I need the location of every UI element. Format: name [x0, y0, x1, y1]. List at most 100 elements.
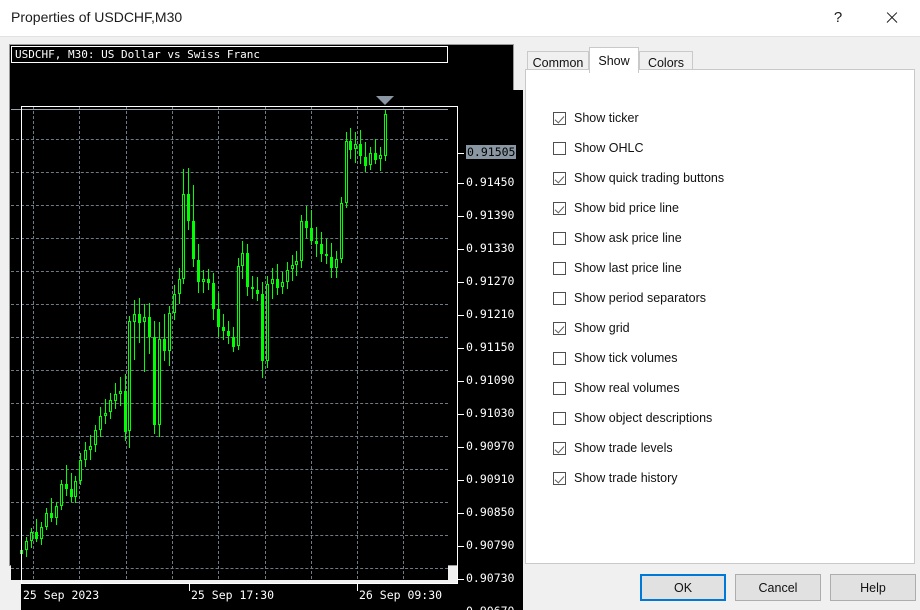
option-row-show-ohlc[interactable]: Show OHLC [553, 133, 893, 163]
candle-body [212, 283, 215, 309]
candle-body [286, 270, 289, 282]
price-axis-label: 0.91030 [466, 405, 515, 420]
help-titlebar-button[interactable]: ? [815, 0, 861, 35]
candle-body [124, 391, 127, 432]
candle-body [271, 279, 274, 284]
grid-line-vertical [126, 106, 127, 580]
checkbox-show-ohlc[interactable] [553, 141, 566, 155]
page-title: Properties of USDCHF,M30 [11, 9, 183, 25]
candle-wick [326, 239, 327, 264]
candle-body [305, 221, 308, 228]
price-tick [458, 512, 464, 514]
grid-line-vertical [33, 106, 34, 580]
candle-body [217, 309, 220, 327]
option-row-show-period-separators[interactable]: Show period separators [553, 283, 893, 313]
grid-line-vertical [79, 106, 80, 580]
checkbox-show-trade-history[interactable] [553, 471, 566, 485]
show-options-list: Show ticker Show OHLC Show quick trading b… [553, 103, 893, 493]
checkbox-show-ask-price-line[interactable] [553, 231, 566, 245]
option-row-show-ticker[interactable]: Show ticker [553, 103, 893, 133]
ok-button[interactable]: OK [640, 574, 726, 601]
candle-body [173, 294, 176, 313]
option-label: Show trade history [574, 470, 678, 485]
price-axis-label: 0.91210 [466, 306, 515, 321]
candle-wick [375, 139, 376, 164]
price-axis-label: 0.91270 [466, 273, 515, 288]
price-tick [458, 545, 464, 547]
candle-body [163, 339, 166, 351]
candle-body [335, 259, 338, 268]
price-tick [458, 314, 464, 316]
grid-line-horizontal [11, 337, 448, 338]
candle-body [84, 450, 87, 460]
option-row-show-object-descriptions[interactable]: Show object descriptions [553, 403, 893, 433]
option-row-show-last-price-line[interactable]: Show last price line [553, 253, 893, 283]
candle-wick [144, 304, 145, 372]
candle-body [369, 153, 372, 165]
candle-body [50, 513, 53, 518]
candle-body [266, 284, 269, 361]
close-button[interactable] [868, 0, 914, 35]
option-row-show-quick-trading-buttons[interactable]: Show quick trading buttons [553, 163, 893, 193]
price-tick [458, 215, 464, 217]
question-mark-icon: ? [833, 9, 843, 26]
candle-body [202, 279, 205, 282]
candle-body [40, 527, 43, 539]
option-row-show-trade-history[interactable]: Show trade history [553, 463, 893, 493]
candle-body [330, 257, 333, 268]
option-row-show-bid-price-line[interactable]: Show bid price line [553, 193, 893, 223]
candle-body [70, 489, 73, 497]
candle-body [281, 282, 284, 287]
price-tick [458, 182, 464, 184]
checkbox-show-last-price-line[interactable] [553, 261, 566, 275]
grid-line-horizontal [11, 139, 448, 140]
option-row-show-grid[interactable]: Show grid [553, 313, 893, 343]
chart-ticker-bar: USDCHF, M30: US Dollar vs Swiss Franc [11, 46, 448, 63]
candle-body [364, 157, 367, 166]
grid-line-horizontal [11, 535, 448, 536]
candle-body [99, 416, 102, 430]
help-button[interactable]: Help [830, 574, 916, 601]
checkbox-show-real-volumes[interactable] [553, 381, 566, 395]
tab-strip: Common Show Colors [525, 47, 915, 73]
candle-body [310, 228, 313, 241]
checkbox-show-ticker[interactable] [553, 111, 566, 125]
cancel-button[interactable]: Cancel [735, 574, 821, 601]
candle-body [261, 294, 264, 361]
option-row-show-tick-volumes[interactable]: Show tick volumes [553, 343, 893, 373]
price-tick [458, 413, 464, 415]
option-row-show-ask-price-line[interactable]: Show ask price line [553, 223, 893, 253]
checkbox-show-bid-price-line[interactable] [553, 201, 566, 215]
candle-body [114, 394, 117, 401]
price-axis-label: 0.91450 [466, 174, 515, 189]
grid-line-vertical [357, 106, 358, 580]
checkbox-show-trade-levels[interactable] [553, 441, 566, 455]
properties-dialog: Properties of USDCHF,M30 ? USDCHF, M30: … [0, 0, 920, 610]
option-row-show-trade-levels[interactable]: Show trade levels [553, 433, 893, 463]
grid-line-horizontal [11, 436, 448, 437]
candle-body [232, 337, 235, 347]
grid-line-horizontal [11, 502, 448, 503]
checkbox-show-quick-trading-buttons[interactable] [553, 171, 566, 185]
grid-line-horizontal [11, 238, 448, 239]
option-row-show-real-volumes[interactable]: Show real volumes [553, 373, 893, 403]
candle-body [291, 265, 294, 269]
price-tick [458, 446, 464, 448]
candle-body [187, 194, 190, 221]
candle-body [315, 241, 318, 244]
candle-body [207, 279, 210, 283]
checkbox-show-grid[interactable] [553, 321, 566, 335]
checkbox-show-tick-volumes[interactable] [553, 351, 566, 365]
candle-body [241, 253, 244, 266]
price-tick [458, 479, 464, 481]
grid-line-vertical [403, 106, 404, 580]
checkbox-show-period-separators[interactable] [553, 291, 566, 305]
grid-line-horizontal [11, 271, 448, 272]
checkbox-show-object-descriptions[interactable] [553, 411, 566, 425]
candle-body [325, 254, 328, 256]
candle-body [74, 481, 77, 497]
candle-body [276, 279, 279, 288]
candle-body [349, 141, 352, 150]
tab-show[interactable]: Show [589, 47, 639, 73]
candle-body [138, 314, 141, 323]
